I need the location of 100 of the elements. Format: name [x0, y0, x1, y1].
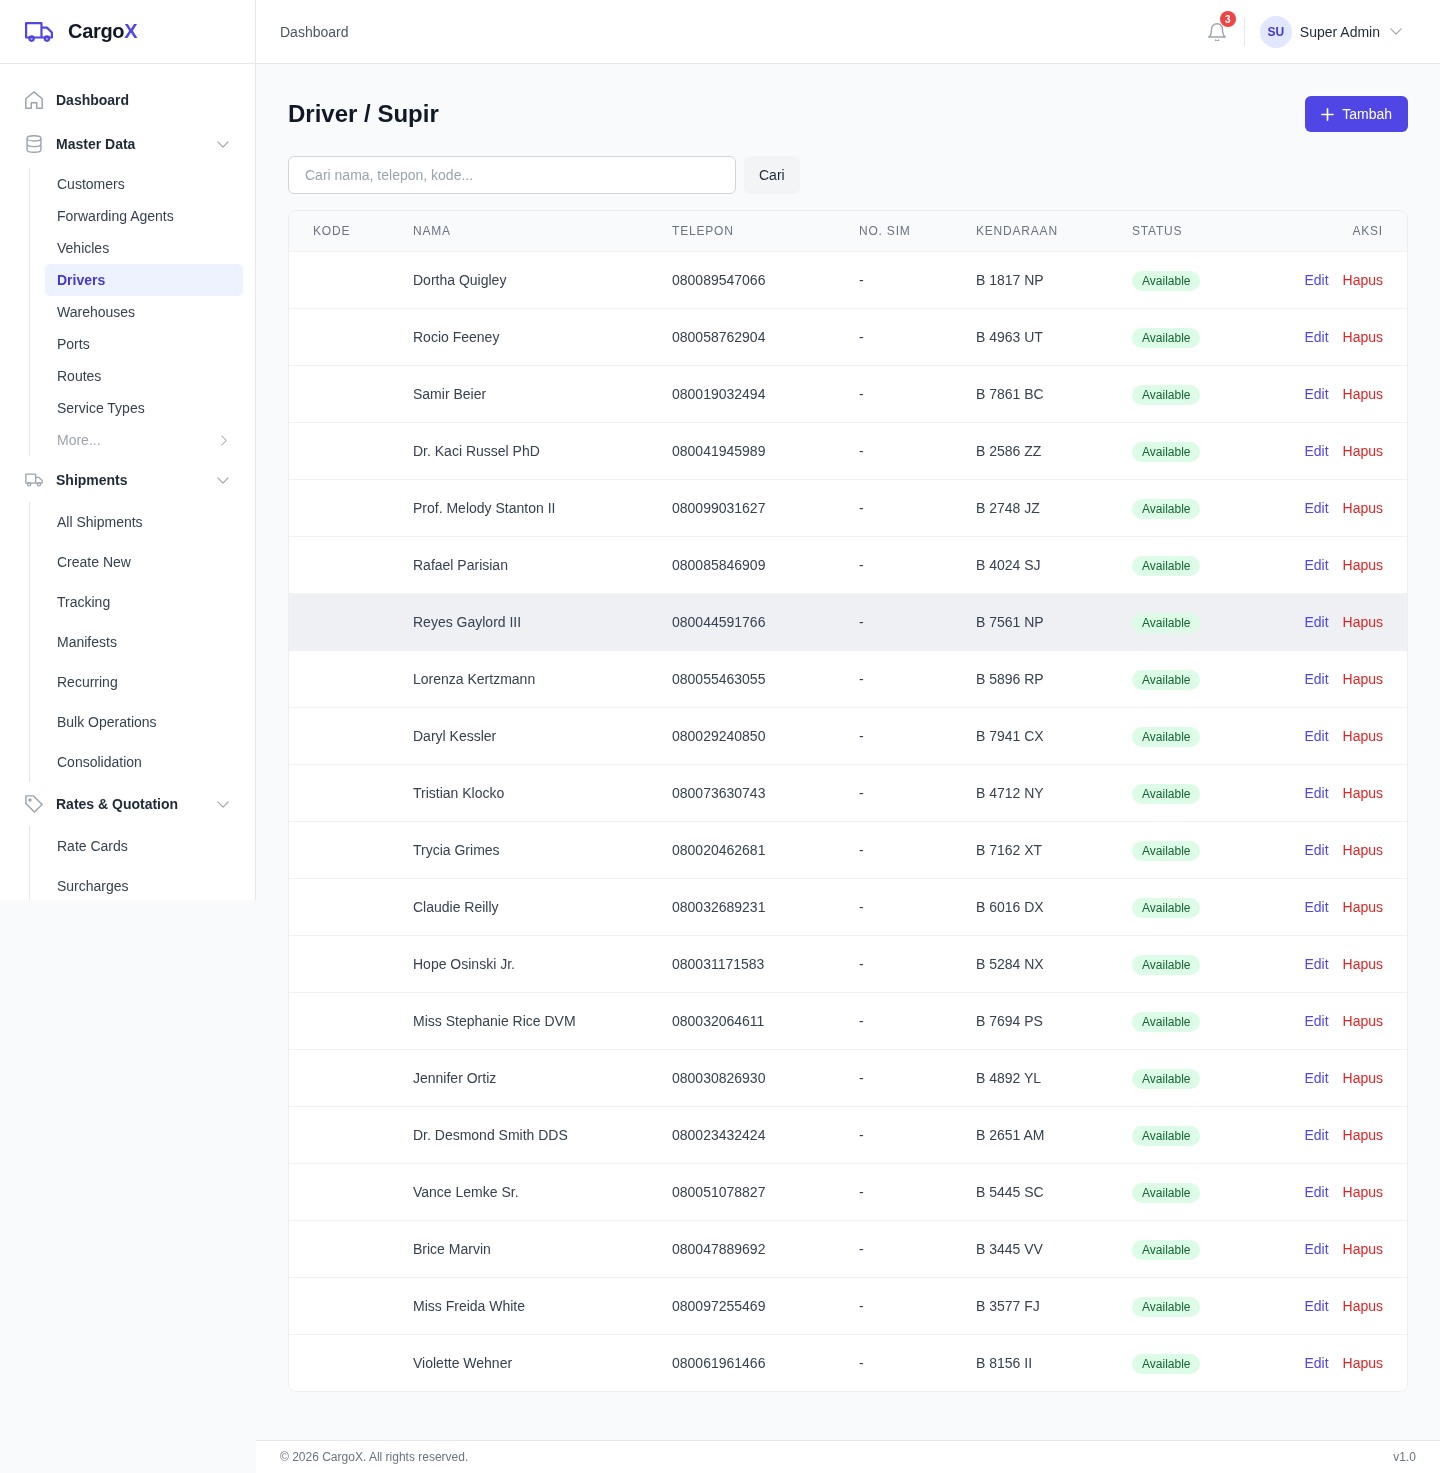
edit-link[interactable]: Edit: [1304, 1013, 1329, 1029]
edit-link[interactable]: Edit: [1304, 1070, 1329, 1086]
notification-button[interactable]: 3: [1205, 11, 1238, 47]
sidebar-item[interactable]: Create New: [45, 542, 243, 582]
sidebar-item[interactable]: Routes: [45, 360, 243, 392]
sidebar-item[interactable]: Consolidation: [45, 742, 243, 782]
sidebar-group-label: Shipments: [56, 472, 129, 488]
delete-link[interactable]: Hapus: [1342, 785, 1383, 801]
delete-link[interactable]: Hapus: [1342, 557, 1383, 573]
edit-link[interactable]: Edit: [1304, 272, 1329, 288]
vehicle-plate: B 5284 NX: [976, 956, 1044, 972]
vehicle-plate: B 3577 FJ: [976, 1298, 1040, 1314]
delete-link[interactable]: Hapus: [1342, 1298, 1383, 1314]
tag-icon: [25, 795, 43, 813]
delete-link[interactable]: Hapus: [1342, 1241, 1383, 1257]
sidebar-item[interactable]: Bulk Operations: [45, 702, 243, 742]
vehicle-plate: B 2586 ZZ: [976, 443, 1042, 459]
vehicle-plate: B 3445 VV: [976, 1241, 1043, 1257]
edit-link[interactable]: Edit: [1304, 386, 1329, 402]
sidebar-item[interactable]: Service Types: [45, 392, 243, 424]
edit-link[interactable]: Edit: [1304, 329, 1329, 345]
sidebar-item[interactable]: Ports: [45, 328, 243, 360]
edit-link[interactable]: Edit: [1304, 785, 1329, 801]
column-header: TELEPON: [672, 224, 735, 238]
sidebar-item[interactable]: Recurring: [45, 662, 243, 702]
phone-number: 080019032494: [672, 386, 766, 402]
vehicle-plate: B 2748 JZ: [976, 500, 1040, 516]
edit-link[interactable]: Edit: [1304, 1241, 1329, 1257]
status-badge: Available: [1132, 442, 1201, 462]
delete-link[interactable]: Hapus: [1342, 386, 1383, 402]
delete-link[interactable]: Hapus: [1342, 1127, 1383, 1143]
phone-number: 080055463055: [672, 671, 766, 687]
database-icon: [25, 135, 43, 153]
sim-number: -: [859, 956, 864, 972]
sidebar-item[interactable]: Vehicles: [45, 232, 243, 264]
vehicle-plate: B 7861 BC: [976, 386, 1044, 402]
column-header: KENDARAAN: [976, 224, 1059, 238]
vehicle-plate: B 8156 II: [976, 1355, 1033, 1371]
edit-link[interactable]: Edit: [1304, 671, 1329, 687]
edit-link[interactable]: Edit: [1304, 1298, 1329, 1314]
delete-link[interactable]: Hapus: [1342, 614, 1383, 630]
driver-name: Prof. Melody Stanton II: [413, 500, 556, 516]
sim-number: -: [859, 443, 864, 459]
sidebar-item[interactable]: Warehouses: [45, 296, 243, 328]
phone-number: 080097255469: [672, 1298, 766, 1314]
edit-link[interactable]: Edit: [1304, 1127, 1329, 1143]
edit-link[interactable]: Edit: [1304, 899, 1329, 915]
sidebar-item[interactable]: All Shipments: [45, 502, 243, 542]
sidebar-item[interactable]: Forwarding Agents: [45, 200, 243, 232]
user-menu[interactable]: SU Super Admin: [1259, 15, 1402, 48]
delete-link[interactable]: Hapus: [1342, 1013, 1383, 1029]
edit-link[interactable]: Edit: [1304, 842, 1329, 858]
sidebar-item[interactable]: Rate Cards: [45, 826, 243, 866]
chevron-right-icon: [221, 434, 227, 446]
edit-link[interactable]: Edit: [1304, 614, 1329, 630]
sidebar-item[interactable]: Tracking: [45, 582, 243, 622]
delete-link[interactable]: Hapus: [1342, 1184, 1383, 1200]
column-header: NAMA: [413, 224, 452, 238]
driver-name: Jennifer Ortiz: [413, 1070, 497, 1086]
table-row[interactable]: Reyes Gaylord III 080044591766 - B 7561 NP Available Edit Hapus: [289, 594, 1407, 651]
vehicle-plate: B 5445 SC: [976, 1184, 1044, 1200]
sidebar-item[interactable]: Customers: [45, 168, 243, 200]
edit-link[interactable]: Edit: [1304, 500, 1329, 516]
delete-link[interactable]: Hapus: [1342, 671, 1383, 687]
edit-link[interactable]: Edit: [1304, 728, 1329, 744]
delete-link[interactable]: Hapus: [1342, 899, 1383, 915]
status-badge: Available: [1132, 784, 1201, 804]
status-badge: Available: [1132, 898, 1201, 918]
search-button[interactable]: Cari: [744, 156, 800, 194]
delete-link[interactable]: Hapus: [1342, 1355, 1383, 1371]
sidebar-group[interactable]: Rates & Quotation: [16, 784, 243, 824]
delete-link[interactable]: Hapus: [1342, 272, 1383, 288]
sidebar-group[interactable]: Shipments: [16, 460, 243, 500]
delete-link[interactable]: Hapus: [1342, 443, 1383, 459]
phone-number: 080023432424: [672, 1127, 766, 1143]
sidebar-item[interactable]: Surcharges: [45, 866, 243, 900]
delete-link[interactable]: Hapus: [1342, 728, 1383, 744]
edit-link[interactable]: Edit: [1304, 557, 1329, 573]
phone-number: 080085846909: [672, 557, 766, 573]
delete-link[interactable]: Hapus: [1342, 956, 1383, 972]
sidebar-group[interactable]: Master Data: [16, 124, 243, 164]
sidebar-item[interactable]: Dashboard: [16, 80, 243, 120]
edit-link[interactable]: Edit: [1304, 1184, 1329, 1200]
edit-link[interactable]: Edit: [1304, 956, 1329, 972]
phone-number: 080030826930: [672, 1070, 766, 1086]
edit-link[interactable]: Edit: [1304, 1355, 1329, 1371]
delete-link[interactable]: Hapus: [1342, 1070, 1383, 1086]
phone-number: 080051078827: [672, 1184, 766, 1200]
delete-link[interactable]: Hapus: [1342, 842, 1383, 858]
sidebar-item[interactable]: Drivers: [45, 264, 243, 296]
sim-number: -: [859, 1070, 864, 1086]
add-button[interactable]: Tambah: [1305, 96, 1408, 132]
search-field[interactable]: Cari nama, telepon, kode...: [288, 156, 736, 194]
status-badge: Available: [1132, 1183, 1201, 1203]
delete-link[interactable]: Hapus: [1342, 329, 1383, 345]
delete-link[interactable]: Hapus: [1342, 500, 1383, 516]
driver-name: Daryl Kessler: [413, 728, 497, 744]
column-header: AKSI: [1352, 224, 1383, 238]
sidebar-item[interactable]: Manifests: [45, 622, 243, 662]
edit-link[interactable]: Edit: [1304, 443, 1329, 459]
